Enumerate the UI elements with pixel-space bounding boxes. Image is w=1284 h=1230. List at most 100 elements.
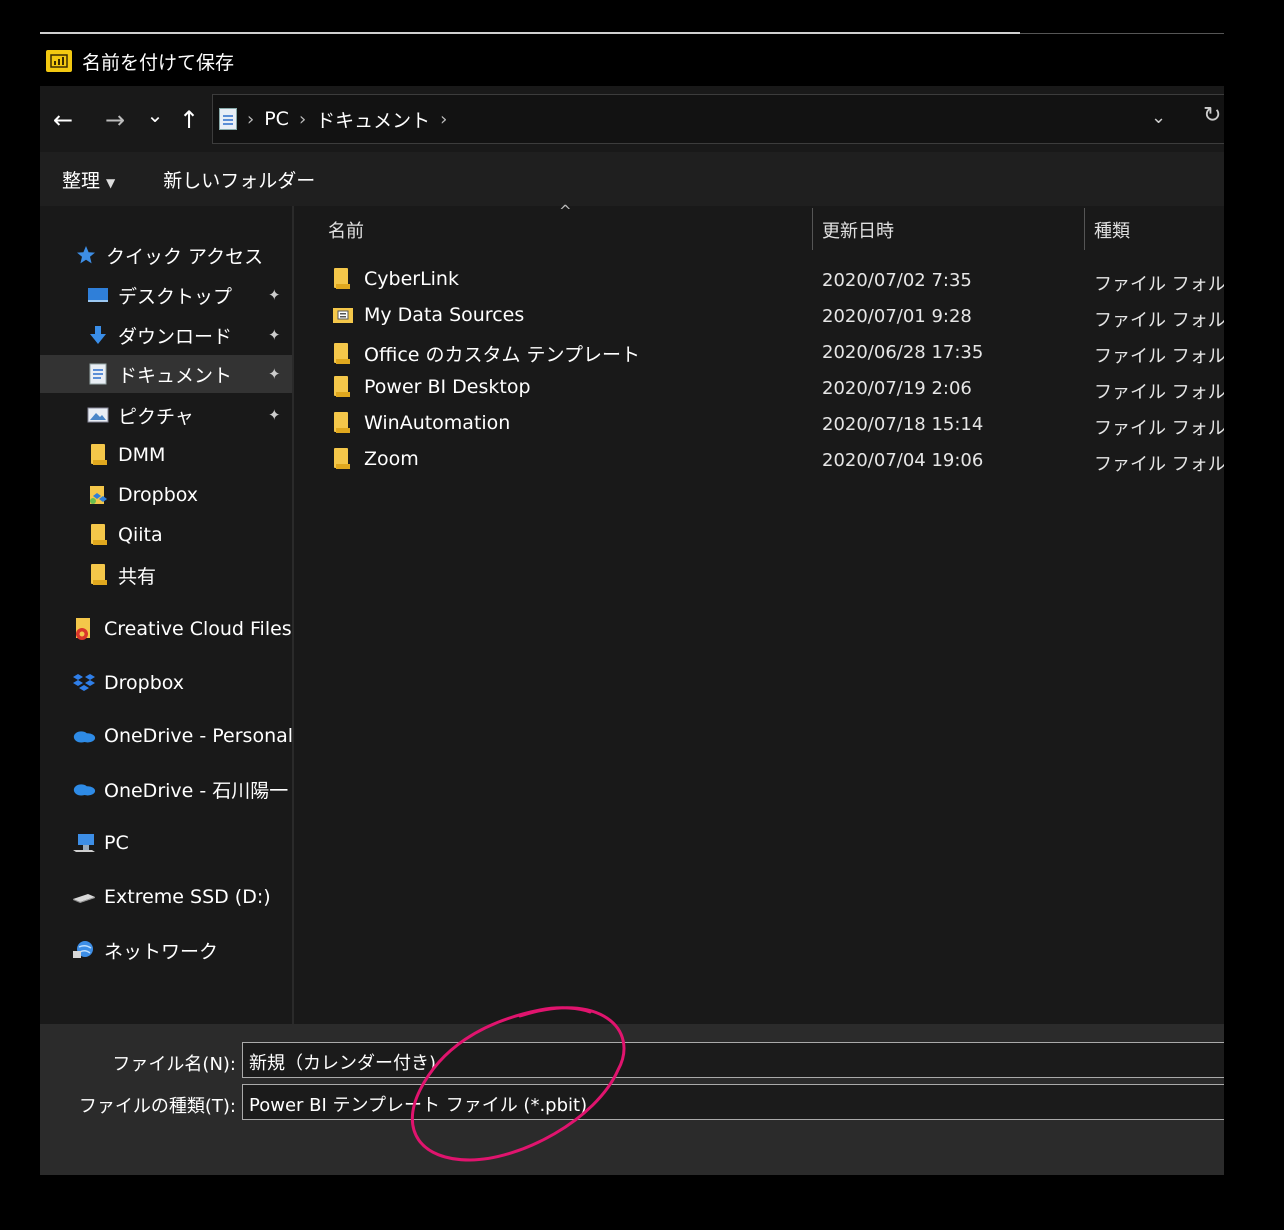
- folder-icon: [332, 342, 350, 365]
- file-type: ファイル フォルダー: [1094, 274, 1224, 295]
- file-date: 2020/07/04 19:06: [822, 450, 984, 471]
- new-folder-button[interactable]: 新しいフォルダー: [163, 166, 315, 193]
- filename-label: ファイル名(N):: [112, 1054, 236, 1075]
- file-row[interactable]: CyberLink 2020/07/02 7:35 ファイル フォルダー: [326, 262, 1224, 298]
- onedrive-icon: [72, 725, 96, 747]
- nav-item-shared[interactable]: 共有: [86, 556, 156, 594]
- star-icon: [74, 244, 98, 266]
- nav-item-label: OneDrive - Personal: [104, 725, 294, 747]
- nav-item-quick-access[interactable]: クイック アクセス: [74, 236, 263, 274]
- folder-icon: [86, 444, 110, 466]
- sort-ascending-icon: ^: [559, 202, 572, 220]
- up-icon[interactable]: ↑: [172, 103, 206, 137]
- nav-item-dropbox-folder[interactable]: Dropbox: [86, 476, 198, 514]
- file-name: Zoom: [364, 448, 419, 470]
- filename-input[interactable]: 新規（カレンダー付き): [242, 1042, 1224, 1078]
- address-bar[interactable]: › PC › ドキュメント › ⌄ ↻: [212, 94, 1224, 144]
- nav-item-network[interactable]: ネットワーク: [72, 931, 218, 969]
- nav-item-desktop[interactable]: デスクトップ ✦: [86, 276, 294, 314]
- nav-item-onedrive-business[interactable]: OneDrive - 石川陽一: [72, 770, 288, 808]
- navigation-pane: クイック アクセス デスクトップ ✦ ダウンロード ✦ ドキュメント ✦ ピクチ…: [40, 206, 294, 1024]
- nav-item-label: Dropbox: [104, 672, 185, 694]
- folder-icon: [86, 524, 110, 546]
- breadcrumb-pc[interactable]: PC: [264, 108, 289, 130]
- file-row[interactable]: Power BI Desktop 2020/07/19 2:06 ファイル フォ…: [326, 370, 1224, 406]
- file-row[interactable]: WinAutomation 2020/07/18 15:14 ファイル フォルダ…: [326, 406, 1224, 442]
- back-icon[interactable]: ←: [46, 103, 80, 137]
- folder-icon: [332, 412, 350, 434]
- network-icon: [72, 939, 96, 961]
- filetype-label: ファイルの種類(T):: [78, 1096, 236, 1117]
- chevron-right-icon[interactable]: ›: [440, 109, 447, 130]
- column-divider[interactable]: [812, 208, 813, 250]
- nav-item-qiita[interactable]: Qiita: [86, 516, 163, 554]
- nav-item-creative-cloud[interactable]: Creative Cloud Files: [72, 610, 292, 648]
- pin-icon[interactable]: ✦: [268, 365, 281, 383]
- nav-item-dmm[interactable]: DMM: [86, 436, 165, 474]
- document-icon: [86, 363, 110, 385]
- column-header-date[interactable]: 更新日時: [822, 206, 894, 254]
- file-type: ファイル フォルダー: [1094, 310, 1224, 331]
- nav-item-onedrive-personal[interactable]: OneDrive - Personal: [72, 717, 293, 755]
- nav-item-documents[interactable]: ドキュメント ✦: [40, 355, 292, 393]
- recent-locations-icon[interactable]: ⌄: [138, 98, 172, 132]
- file-name: WinAutomation: [364, 412, 511, 434]
- file-name: Power BI Desktop: [364, 376, 531, 398]
- file-name: CyberLink: [364, 268, 459, 290]
- file-row[interactable]: Office のカスタム テンプレート 2020/06/28 17:35 ファイ…: [326, 334, 1224, 370]
- window-title: 名前を付けて保存: [82, 51, 235, 74]
- nav-item-extreme-ssd[interactable]: Extreme SSD (D:): [72, 878, 271, 916]
- nav-item-label: Extreme SSD (D:): [104, 886, 271, 908]
- save-dialog: ← → ⌄ ↑ › PC › ドキュメント › ⌄ ↻ 整理 ▼ 新しいフォルダー…: [40, 86, 1224, 1175]
- command-bar: 整理 ▼ 新しいフォルダー: [40, 152, 1224, 206]
- organize-button[interactable]: 整理 ▼: [62, 166, 115, 193]
- file-date: 2020/07/01 9:28: [822, 306, 972, 327]
- file-date: 2020/07/02 7:35: [822, 270, 972, 291]
- nav-item-label: デスクトップ: [118, 285, 233, 308]
- nav-item-pictures[interactable]: ピクチャ ✦: [86, 396, 294, 434]
- nav-item-dropbox[interactable]: Dropbox: [72, 664, 184, 702]
- column-header-name[interactable]: 名前: [328, 206, 364, 254]
- pin-icon[interactable]: ✦: [268, 286, 281, 304]
- file-type: ファイル フォルダー: [1094, 454, 1224, 475]
- refresh-icon[interactable]: ↻: [1203, 103, 1221, 128]
- filetype-select[interactable]: Power BI テンプレート ファイル (*.pbit): [242, 1084, 1224, 1120]
- dropbox-icon: [72, 672, 96, 694]
- pin-icon[interactable]: ✦: [268, 326, 281, 344]
- file-row[interactable]: My Data Sources 2020/07/01 9:28 ファイル フォル…: [326, 298, 1224, 334]
- navigation-bar: ← → ⌄ ↑ › PC › ドキュメント › ⌄ ↻: [40, 86, 1224, 152]
- breadcrumb-documents[interactable]: ドキュメント: [316, 106, 430, 133]
- chevron-down-icon[interactable]: ⌄: [1151, 107, 1166, 128]
- save-options-panel: ファイル名(N): 新規（カレンダー付き) ファイルの種類(T): Power …: [40, 1024, 1224, 1175]
- nav-item-downloads[interactable]: ダウンロード ✦: [86, 316, 294, 354]
- document-location-icon: [219, 108, 237, 130]
- nav-item-label: ピクチャ: [118, 405, 194, 428]
- file-date: 2020/06/28 17:35: [822, 342, 984, 363]
- file-name: My Data Sources: [364, 304, 525, 326]
- column-header-type[interactable]: 種類: [1094, 206, 1130, 254]
- file-row[interactable]: Zoom 2020/07/04 19:06 ファイル フォルダー: [326, 442, 1224, 478]
- title-bar: 名前を付けて保存: [40, 36, 1224, 86]
- forward-icon[interactable]: →: [98, 103, 132, 137]
- folder-icon: [332, 268, 350, 290]
- file-type: ファイル フォルダー: [1094, 382, 1224, 403]
- file-list: ^ 名前 更新日時 種類 CyberLink 2020/07/02 7:35 フ…: [296, 202, 1224, 1024]
- column-divider[interactable]: [1084, 208, 1085, 250]
- folder-icon: [332, 376, 350, 398]
- top-border-line: [40, 32, 1020, 34]
- pin-icon[interactable]: ✦: [268, 406, 281, 424]
- nav-item-pc[interactable]: PC: [72, 824, 129, 862]
- nav-item-label: PC: [104, 832, 129, 854]
- file-date: 2020/07/19 2:06: [822, 378, 972, 399]
- chevron-right-icon: ›: [247, 108, 255, 130]
- folder-icon: [332, 448, 350, 470]
- download-icon: [86, 324, 110, 346]
- creative-cloud-icon: [72, 618, 96, 640]
- nav-item-label: ドキュメント: [118, 364, 233, 387]
- dropbox-folder-icon: [86, 484, 110, 506]
- nav-item-label: ネットワーク: [104, 940, 219, 963]
- organize-label: 整理: [62, 169, 101, 192]
- file-name: Office のカスタム テンプレート: [364, 344, 640, 366]
- nav-item-label: Creative Cloud Files: [104, 618, 292, 640]
- nav-item-label: Qiita: [118, 524, 163, 546]
